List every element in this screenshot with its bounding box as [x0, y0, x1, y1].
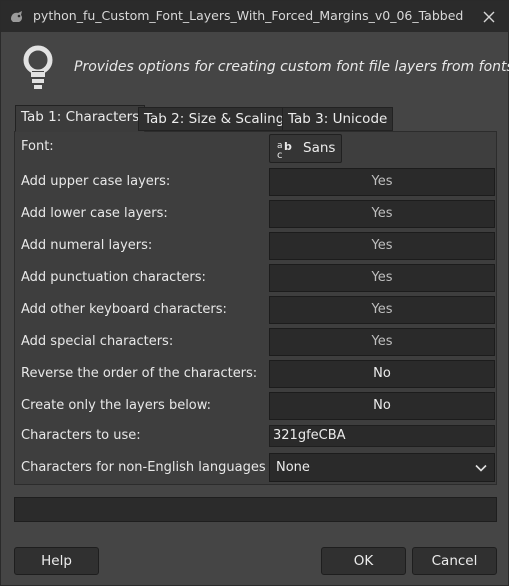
tab-size-scaling[interactable]: Tab 2: Size & Scaling — [138, 107, 291, 131]
ok-button[interactable]: OK — [321, 547, 406, 575]
help-button[interactable]: Help — [14, 547, 99, 575]
gimp-wilber-icon — [11, 11, 23, 22]
close-button[interactable] — [477, 5, 501, 29]
progress-bar — [14, 497, 497, 522]
close-icon — [483, 11, 495, 23]
reverse-order-combo[interactable]: No — [269, 360, 495, 388]
punctuation-label: Add punctuation characters: — [21, 270, 206, 285]
non-english-label: Characters for non-English languages — [21, 460, 266, 475]
cancel-button[interactable]: Cancel — [412, 547, 497, 575]
font-glyph-icon: a b c — [277, 140, 292, 159]
punctuation-combo[interactable]: Yes — [269, 264, 495, 292]
svg-text:b: b — [284, 140, 292, 153]
lower-case-label: Add lower case layers: — [21, 206, 168, 221]
font-chooser-button[interactable]: a b c Sans — [269, 134, 342, 163]
special-chars-label: Add special characters: — [21, 334, 174, 349]
only-below-label: Create only the layers below: — [21, 398, 212, 413]
chars-to-use-input[interactable]: 321gfeCBA — [269, 425, 495, 447]
non-english-select-value: None — [276, 460, 310, 475]
plugin-description: Provides options for creating custom fon… — [74, 59, 509, 75]
tab-unicode[interactable]: Tab 3: Unicode — [282, 107, 394, 131]
reverse-order-label: Reverse the order of the characters: — [21, 366, 258, 381]
keyboard-chars-combo[interactable]: Yes — [269, 296, 495, 324]
chars-to-use-label: Characters to use: — [21, 428, 141, 443]
lower-case-combo[interactable]: Yes — [269, 200, 495, 228]
only-below-combo[interactable]: No — [269, 392, 495, 420]
title-bar: python_fu_Custom_Font_Layers_With_Forced… — [1, 1, 508, 32]
tab-characters[interactable]: Tab 1: Characters — [15, 105, 146, 132]
font-chooser-label: Sans — [303, 140, 336, 156]
window-title: python_fu_Custom_Font_Layers_With_Forced… — [33, 8, 464, 23]
numeral-combo[interactable]: Yes — [269, 232, 495, 260]
non-english-select[interactable]: None — [269, 453, 495, 482]
numeral-label: Add numeral layers: — [21, 238, 153, 253]
plugin-dialog: python_fu_Custom_Font_Layers_With_Forced… — [0, 0, 509, 586]
keyboard-chars-label: Add other keyboard characters: — [21, 302, 227, 317]
lightbulb-icon — [23, 45, 53, 89]
font-label: Font: — [21, 139, 54, 154]
chevron-down-icon — [475, 464, 487, 472]
special-chars-combo[interactable]: Yes — [269, 328, 495, 356]
svg-text:c: c — [277, 150, 283, 159]
upper-case-label: Add upper case layers: — [21, 174, 171, 189]
upper-case-combo[interactable]: Yes — [269, 168, 495, 196]
